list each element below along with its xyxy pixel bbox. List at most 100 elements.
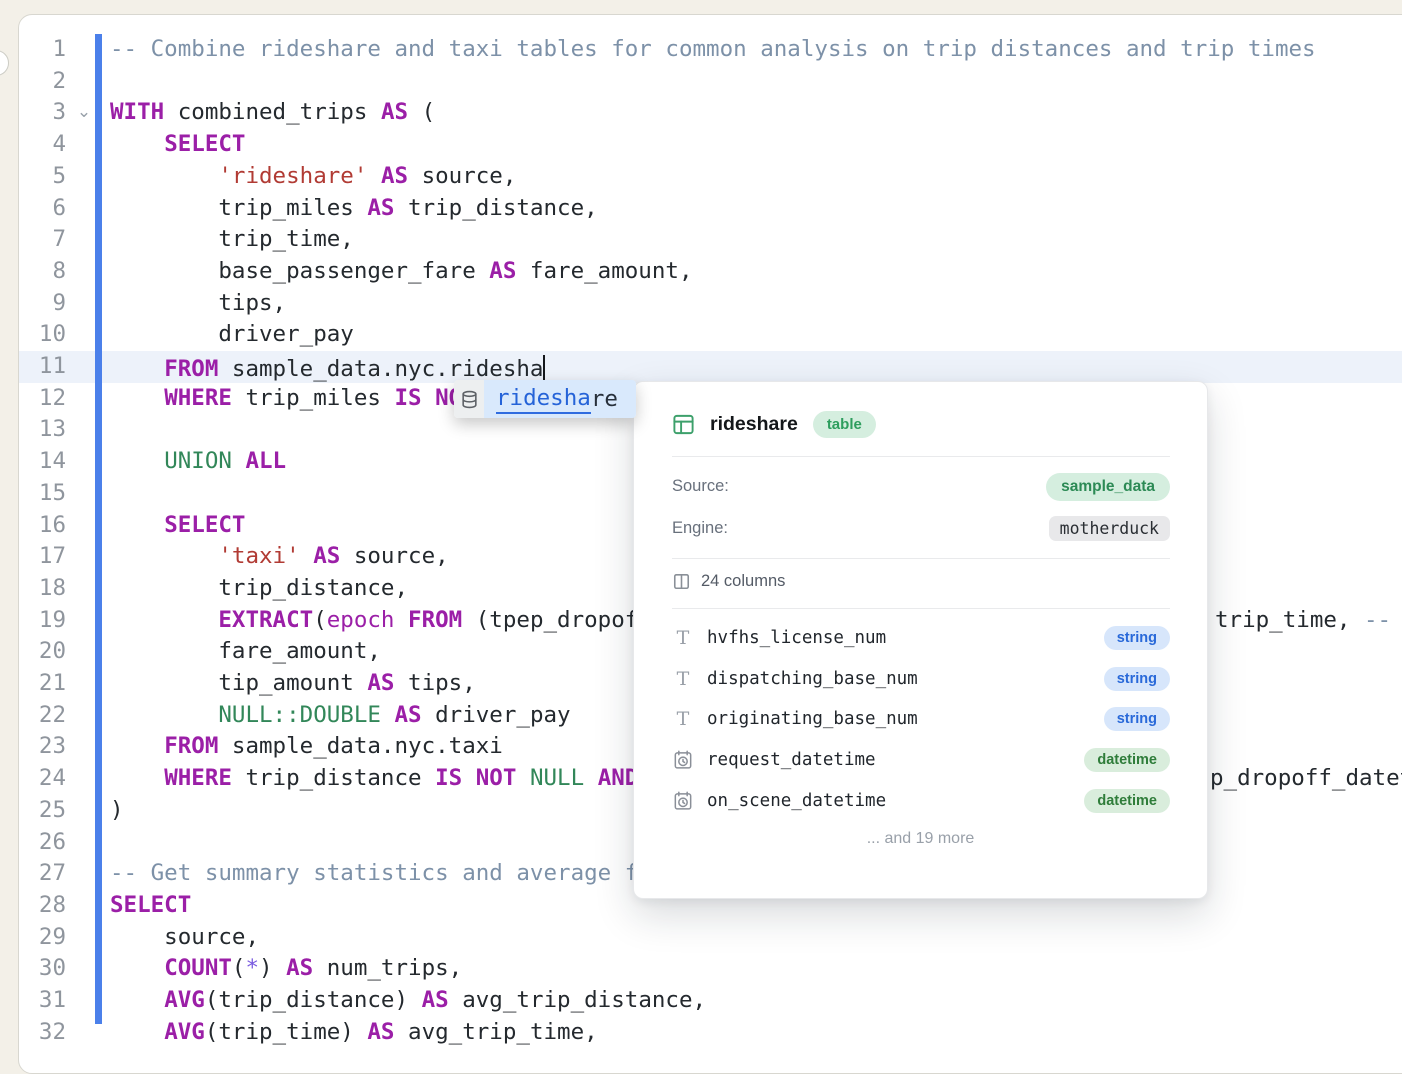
code-line[interactable]: 6 trip_miles AS trip_distance, [0,193,1402,225]
line-number: 4 [0,129,66,161]
code-token: AS [367,195,394,221]
code-text: 'taxi' AS source, [110,541,449,573]
code-token: sample_data.nyc.taxi [218,733,502,759]
code-token: -- [1364,605,1391,637]
divider [672,558,1170,559]
code-line[interactable]: 30 COUNT(*) AS num_trips, [0,953,1402,985]
suggestion-match-text: ridesha [496,385,591,414]
code-token: sample_data.nyc.ridesha [218,356,543,382]
code-token: ALL [245,448,286,474]
code-token [110,512,164,538]
code-line[interactable]: 9 tips, [0,288,1402,320]
code-line[interactable]: 2 [0,66,1402,98]
code-token [110,987,164,1013]
code-line[interactable]: 5 'rideshare' AS source, [0,161,1402,193]
code-line[interactable]: 10 driver_pay [0,319,1402,351]
code-line[interactable]: 3⌄WITH combined_trips AS ( [0,97,1402,129]
code-text: UNION ALL [110,446,286,478]
code-text: tips, [110,288,286,320]
code-token: AS [286,955,313,981]
code-text: AVG(trip_distance) AS avg_trip_distance, [110,985,706,1017]
line-number: 3 [0,97,66,129]
autocomplete-popup[interactable]: rideshare [454,380,636,418]
code-line[interactable]: 1-- Combine rideshare and taxi tables fo… [0,34,1402,66]
code-token [110,131,164,157]
code-token: epoch [327,607,395,633]
line-number: 14 [0,446,66,478]
columns-summary-row: 24 columns [672,568,1170,594]
code-token [110,733,164,759]
code-line[interactable]: 32 AVG(trip_time) AS avg_trip_time, [0,1017,1402,1049]
table-type-badge: table [813,411,876,438]
line-number: 9 [0,288,66,320]
column-name: on_scene_datetime [707,791,1084,811]
code-text: trip_distance, [110,573,408,605]
code-token: * [245,955,259,981]
line-number: 22 [0,700,66,732]
code-line[interactable]: 11 FROM sample_data.nyc.ridesha [0,351,1402,383]
code-token: (trip_distance) [205,987,422,1013]
code-text: fare_amount, [110,636,381,668]
code-line[interactable]: 7 trip_time, [0,224,1402,256]
line-number: 5 [0,161,66,193]
code-token: trip_distance, [394,195,597,221]
code-token: trip_time, [1215,605,1364,637]
code-token: AS [381,163,408,189]
code-token: tips, [110,290,286,316]
column-type-badge: datetime [1084,789,1170,813]
code-token [110,543,218,569]
chevron-down-icon[interactable]: ⌄ [73,97,95,129]
code-text: AVG(trip_time) AS avg_trip_time, [110,1017,598,1049]
code-token: COUNT [164,955,232,981]
column-name: dispatching_base_num [707,669,1104,689]
code-token [110,702,218,728]
code-token: IS [435,765,462,791]
code-line[interactable]: 8 base_passenger_fare AS fare_amount, [0,256,1402,288]
line-number: 8 [0,256,66,288]
code-token: trip_miles [232,385,395,411]
code-line[interactable]: 4 SELECT [0,129,1402,161]
calendar-clock-icon [672,750,694,770]
line-number: 15 [0,478,66,510]
code-text: trip_miles AS trip_distance, [110,193,598,225]
line-number: 26 [0,827,66,859]
table-info-card: rideshare table Source: sample_data Engi… [633,381,1208,899]
line-number: 27 [0,858,66,890]
code-text: SELECT [110,129,245,161]
column-row: Thvfhs_license_numstring [672,622,1170,654]
code-line[interactable]: 29 source, [0,922,1402,954]
code-text: ) [110,795,124,827]
code-token: AS [313,543,340,569]
line-number: 24 [0,763,66,795]
code-token: p_dropoff_datet [1210,763,1402,795]
code-token: FROM [164,356,218,382]
code-text: SELECT [110,890,191,922]
code-token: fare_amount, [516,258,692,284]
code-text: -- Combine rideshare and taxi tables for… [110,34,1316,66]
code-token: ( [232,955,246,981]
code-token: source, [110,924,259,950]
code-token: SELECT [164,512,245,538]
code-text: source, [110,922,259,954]
column-name: originating_base_num [707,709,1104,729]
divider [672,456,1170,457]
line-number: 21 [0,668,66,700]
line-number: 12 [0,383,66,415]
column-type-badge: datetime [1084,748,1170,772]
code-token: tip_amount [110,670,367,696]
code-text: base_passenger_fare AS fare_amount, [110,256,693,288]
code-token: FROM [164,733,218,759]
code-token [394,607,408,633]
code-token: EXTRACT [218,607,313,633]
code-line[interactable]: 31 AVG(trip_distance) AS avg_trip_distan… [0,985,1402,1017]
code-token: combined_trips [164,99,381,125]
column-type-badge: string [1104,707,1170,731]
code-token: AS [367,1019,394,1045]
code-token: AS [394,702,421,728]
line-number: 19 [0,605,66,637]
code-token [110,356,164,382]
code-token: AS [422,987,449,1013]
code-token: trip_time, [110,226,354,252]
autocomplete-suggestion[interactable]: rideshare [484,380,636,418]
code-token: trip_distance [232,765,435,791]
